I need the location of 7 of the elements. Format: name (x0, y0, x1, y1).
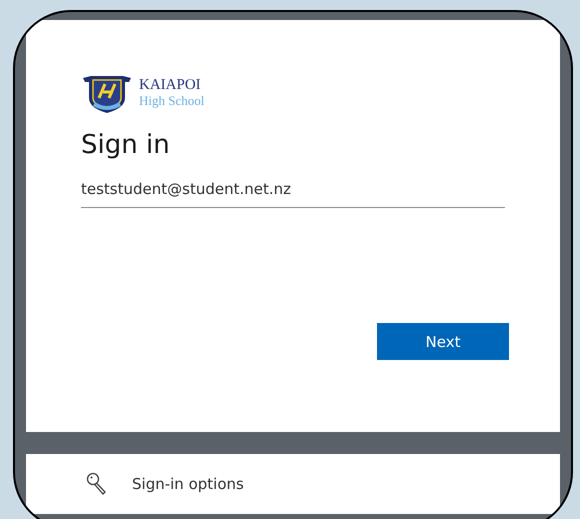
page-title: Sign in (81, 130, 171, 160)
key-icon (86, 472, 108, 496)
school-name: KAIAPOI (139, 78, 202, 94)
sign-in-options-link[interactable]: Sign-in options (132, 475, 244, 493)
next-button[interactable]: Next (377, 323, 509, 360)
email-field[interactable]: teststudent@student.net.nz (81, 180, 505, 208)
school-subtitle: High School (139, 94, 204, 108)
